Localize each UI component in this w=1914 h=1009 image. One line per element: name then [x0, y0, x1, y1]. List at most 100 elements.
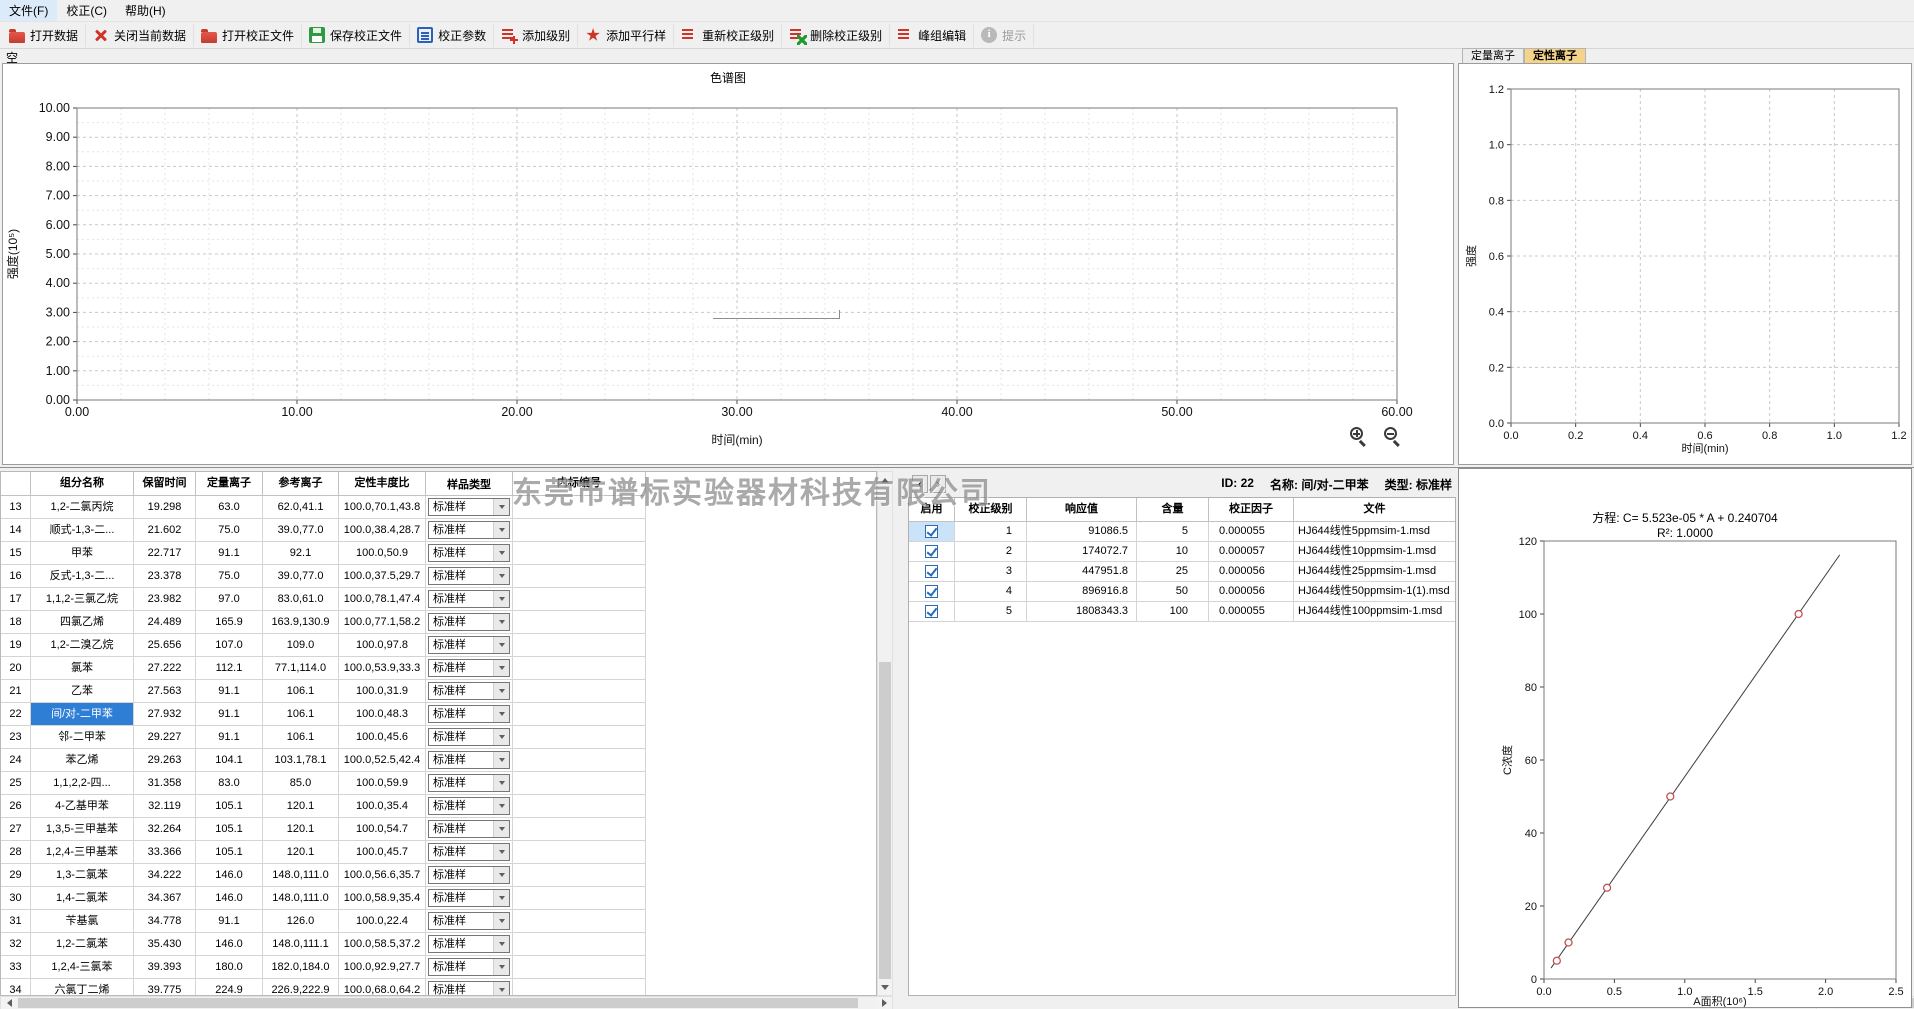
- open-data-button[interactable]: 打开数据: [2, 23, 87, 47]
- scroll-up-icon[interactable]: [878, 472, 892, 488]
- component-row-31[interactable]: 31 苄基氯 34.778 91.1 126.0 100.0,22.4 标准样: [1, 910, 876, 933]
- svg-text:0.5: 0.5: [1607, 986, 1622, 998]
- calibration-row-2[interactable]: 2 174072.7 10 0.000057 HJ644线性10ppmsim-1.msd: [909, 542, 1455, 562]
- sample-type-dropdown[interactable]: 标准样: [428, 659, 510, 677]
- chromatogram-chart[interactable]: 0.00 10.00 20.00 30.00 40.00 50.00 60.00 0.00 1.…: [3, 64, 1453, 464]
- component-name: 苄基氯: [31, 910, 134, 933]
- sample-type-dropdown[interactable]: 标准样: [428, 728, 510, 746]
- ion-chart[interactable]: 0.0 0.2 0.4 0.6 0.8 1.0 1.2 0.0 0.2 0.4 0.6 0.8 1.0 1…: [1459, 64, 1911, 464]
- component-row-26[interactable]: 26 4-乙基甲苯 32.119 105.1 120.1 100.0,35.4 标准样: [1, 795, 876, 818]
- sample-type-dropdown[interactable]: 标准样: [428, 613, 510, 631]
- menu-file[interactable]: 文件(F): [0, 0, 58, 21]
- component-row-29[interactable]: 29 1,3-二氯苯 34.222 146.0 148.0,111.0 100.0,56.…: [1, 864, 876, 887]
- calibration-row-4[interactable]: 4 896916.8 50 0.000056 HJ644线性50ppmsim-1(1).…: [909, 582, 1455, 602]
- toolbar-label: 校正参数: [438, 28, 487, 43]
- calibration-curve-chart[interactable]: 0.0 0.5 1.0 1.5 2.0 2.5020406080100120A面积(10⁶…: [1459, 469, 1911, 1007]
- add-parallel-sample-button[interactable]: 添加平行样: [578, 23, 675, 47]
- sample-type-dropdown[interactable]: 标准样: [428, 636, 510, 654]
- enable-checkbox[interactable]: [925, 605, 938, 618]
- sample-type-dropdown[interactable]: 标准样: [428, 682, 510, 700]
- component-row-14[interactable]: 14 顺式-1,3-二... 21.602 75.0 39.0,77.0 100.0,38…: [1, 519, 876, 542]
- sample-type-dropdown[interactable]: 标准样: [428, 590, 510, 608]
- zoom-out-button[interactable]: [1383, 426, 1403, 447]
- sample-type-value: 标准样: [433, 823, 466, 835]
- cell: [909, 582, 955, 602]
- sample-type-dropdown[interactable]: 标准样: [428, 889, 510, 907]
- component-table-hscrollbar[interactable]: [0, 996, 893, 1009]
- component-row-25[interactable]: 25 1,1,2,2-四... 31.358 83.0 85.0 100.0,59.9 标准…: [1, 772, 876, 795]
- enable-checkbox[interactable]: [925, 545, 938, 558]
- component-row-20[interactable]: 20 氯苯 27.222 112.1 77.1,114.0 100.0,53.9,33.3…: [1, 657, 876, 680]
- component-row-23[interactable]: 23 邻-二甲苯 29.227 91.1 106.1 100.0,45.6 标准样: [1, 726, 876, 749]
- sample-type-dropdown[interactable]: 标准样: [428, 521, 510, 539]
- sample-type-dropdown[interactable]: 标准样: [428, 958, 510, 976]
- svg-text:0.8: 0.8: [1762, 430, 1777, 442]
- add-level-button[interactable]: 添加级别: [494, 23, 579, 47]
- component-row-22[interactable]: 22 间/对-二甲苯 27.932 91.1 106.1 100.0,48.3 标准样: [1, 703, 876, 726]
- sample-type-dropdown[interactable]: 标准样: [428, 935, 510, 953]
- ref-ion: 182.0,184.0: [263, 956, 339, 979]
- component-row-21[interactable]: 21 乙苯 27.563 91.1 106.1 100.0,31.9 标准样: [1, 680, 876, 703]
- component-table-vscrollbar[interactable]: [877, 471, 893, 996]
- component-row-32[interactable]: 32 1,2-二氯苯 35.430 146.0 148.0,111.1 100.0,58.…: [1, 933, 876, 956]
- sample-type-dropdown[interactable]: 标准样: [428, 797, 510, 815]
- sample-type-dropdown[interactable]: 标准样: [428, 820, 510, 838]
- enable-checkbox[interactable]: [925, 565, 938, 578]
- close-current-data-button[interactable]: 关闭当前数据: [86, 23, 195, 47]
- enable-checkbox[interactable]: [925, 525, 938, 538]
- sample-type-dropdown[interactable]: 标准样: [428, 774, 510, 792]
- prev-button[interactable]: ‹: [912, 475, 928, 493]
- scrollbar-thumb[interactable]: [18, 998, 858, 1008]
- component-row-19[interactable]: 19 1,2-二溴乙烷 25.656 107.0 109.0 100.0,97.8 标准样: [1, 634, 876, 657]
- sample-type-dropdown[interactable]: 标准样: [428, 912, 510, 930]
- component-row-17[interactable]: 17 1,1,2-三氯乙烷 23.982 97.0 83.0,61.0 100.0,78.…: [1, 588, 876, 611]
- scroll-down-icon[interactable]: [878, 979, 892, 995]
- sample-type-dropdown[interactable]: 标准样: [428, 751, 510, 769]
- component-row-15[interactable]: 15 甲苯 22.717 91.1 92.1 100.0,50.9 标准样: [1, 542, 876, 565]
- sample-type-dropdown[interactable]: 标准样: [428, 705, 510, 723]
- svg-text:10.00: 10.00: [39, 101, 70, 115]
- menu-calibration[interactable]: 校正(C): [57, 0, 116, 21]
- sample-type-value: 标准样: [433, 616, 466, 628]
- sample-type-dropdown[interactable]: 标准样: [428, 498, 510, 516]
- calibration-params-button[interactable]: 校正参数: [410, 23, 495, 47]
- cell: [646, 726, 876, 749]
- scroll-right-icon[interactable]: [876, 997, 892, 1009]
- scroll-left-icon[interactable]: [1, 997, 17, 1009]
- component-row-34[interactable]: 34 六氯丁二烯 39.775 224.9 226.9,222.9 100.0,68.0,…: [1, 979, 876, 995]
- sample-type-dropdown[interactable]: 标准样: [428, 544, 510, 562]
- chevron-down-icon: [493, 821, 509, 837]
- tab-quantitative-ion[interactable]: 定量离子: [1462, 48, 1524, 63]
- component-row-27[interactable]: 27 1,3,5-三甲基苯 32.264 105.1 120.1 100.0,54.7 标准…: [1, 818, 876, 841]
- calibration-row-1[interactable]: 1 91086.5 5 0.000055 HJ644线性5ppmsim-1.msd: [909, 522, 1455, 542]
- calibration-row-5[interactable]: 5 1808343.3 100 0.000055 HJ644线性100ppmsim-1.…: [909, 602, 1455, 622]
- sample-type-dropdown[interactable]: 标准样: [428, 866, 510, 884]
- component-row-24[interactable]: 24 苯乙烯 29.263 104.1 103.1,78.1 100.0,52.5,42.…: [1, 749, 876, 772]
- save-calibration-file-button[interactable]: 保存校正文件: [302, 23, 411, 47]
- component-row-28[interactable]: 28 1,2,4-三甲基苯 33.366 105.1 120.1 100.0,45.7 标准…: [1, 841, 876, 864]
- component-row-16[interactable]: 16 反式-1,3-二... 23.378 75.0 39.0,77.0 100.0,37…: [1, 565, 876, 588]
- level: 2: [955, 542, 1027, 562]
- next-button[interactable]: ›: [930, 475, 946, 493]
- row-number: 20: [1, 657, 31, 680]
- enable-checkbox[interactable]: [925, 585, 938, 598]
- tab-qualitative-ion[interactable]: 定性离子: [1524, 48, 1586, 63]
- icon-part: [498, 643, 505, 647]
- component-row-30[interactable]: 30 1,4-二氯苯 34.367 146.0 148.0,111.0 100.0,58.…: [1, 887, 876, 910]
- component-row-18[interactable]: 18 四氯乙烯 24.489 165.9 163.9,130.9 100.0,77.1,5…: [1, 611, 876, 634]
- internal-id: [513, 611, 646, 634]
- peak-group-edit-button[interactable]: 峰组编辑: [890, 23, 975, 47]
- delete-calibration-level-button[interactable]: 删除校正级别: [782, 23, 891, 47]
- zoom-in-button[interactable]: [1349, 426, 1369, 447]
- calibration-row-3[interactable]: 3 447951.8 25 0.000056 HJ644线性25ppmsim-1.msd: [909, 562, 1455, 582]
- scrollbar-thumb[interactable]: [879, 662, 891, 980]
- component-row-33[interactable]: 33 1,2,4-三氯苯 39.393 180.0 182.0,184.0 100.0,9…: [1, 956, 876, 979]
- component-row-13[interactable]: 13 1,2-二氯丙烷 19.298 63.0 62.0,41.1 100.0,70.1,…: [1, 496, 876, 519]
- sample-type-dropdown[interactable]: 标准样: [428, 567, 510, 585]
- sample-type-dropdown[interactable]: 标准样: [428, 843, 510, 861]
- qual-ratio: 100.0,37.5,29.7: [339, 565, 426, 588]
- sample-type-dropdown[interactable]: 标准样: [428, 981, 510, 995]
- open-calibration-file-button[interactable]: 打开校正文件: [194, 23, 303, 47]
- recalibrate-level-button[interactable]: 重新校正级别: [674, 23, 783, 47]
- menu-help[interactable]: 帮助(H): [116, 0, 175, 21]
